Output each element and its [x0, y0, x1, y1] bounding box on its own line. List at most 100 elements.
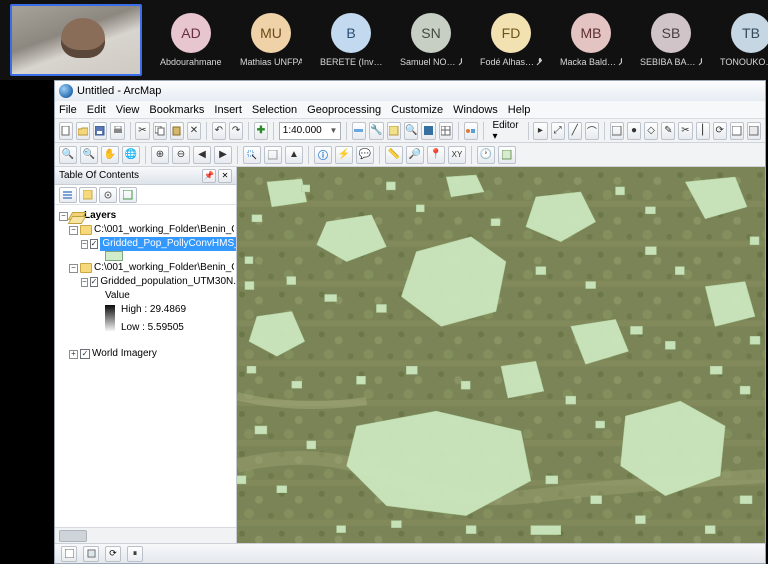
go-to-xy[interactable]: XY — [448, 146, 466, 164]
world-imagery-checkbox[interactable]: ✓ — [80, 349, 90, 359]
participant[interactable]: ADAbdourahmane… — [160, 13, 222, 67]
group1-label[interactable]: C:\001_working_Folder\Benin_Guinea_Works… — [94, 223, 234, 237]
trace-button[interactable] — [610, 122, 624, 140]
zoom-out-button[interactable]: 🔍- — [80, 146, 98, 164]
group2-label[interactable]: C:\001_working_Folder\Benin_Guinea_Works… — [94, 261, 234, 275]
cut-poly-button[interactable]: ✂ — [678, 122, 692, 140]
list-by-selection[interactable] — [119, 187, 137, 203]
toc-hscrollbar[interactable] — [55, 527, 236, 543]
toolbox-button[interactable]: 🔧 — [369, 122, 383, 140]
menu-edit[interactable]: Edit — [87, 104, 106, 116]
fixed-zoom-in[interactable]: ⊕ — [151, 146, 169, 164]
participant[interactable]: SNSamuel NO… — [400, 13, 462, 67]
menu-bookmarks[interactable]: Bookmarks — [149, 104, 204, 116]
reshape-button[interactable]: ✎ — [661, 122, 675, 140]
catalog-button[interactable] — [387, 122, 401, 140]
menu-help[interactable]: Help — [508, 104, 531, 116]
polygon-swatch[interactable] — [105, 251, 123, 261]
pan-button[interactable]: ✋ — [101, 146, 119, 164]
attributes-button[interactable] — [730, 122, 744, 140]
menu-file[interactable]: File — [59, 104, 77, 116]
edit-tool[interactable]: ▸ — [533, 122, 547, 140]
world-imagery-label[interactable]: World Imagery — [92, 347, 157, 361]
hyperlink-button[interactable]: ⚡ — [335, 146, 353, 164]
pause-drawing-button[interactable]: ⏸ — [127, 546, 143, 562]
find-route[interactable]: 📍 — [427, 146, 445, 164]
menu-selection[interactable]: Selection — [252, 104, 297, 116]
full-extent-button[interactable]: 🌐 — [122, 146, 140, 164]
map-view[interactable] — [237, 167, 765, 543]
toc-close-button[interactable]: ✕ — [218, 169, 232, 183]
participant[interactable]: FDFodé Alhas… — [480, 13, 542, 67]
create-viewer[interactable] — [498, 146, 516, 164]
find-button[interactable]: 🔎 — [406, 146, 424, 164]
presenter-video[interactable] — [10, 4, 142, 76]
scrollbar-thumb[interactable] — [59, 530, 87, 542]
minus-icon[interactable]: − — [81, 278, 88, 287]
model-builder-button[interactable] — [464, 122, 478, 140]
list-by-source[interactable] — [79, 187, 97, 203]
minus-icon[interactable]: − — [69, 264, 78, 273]
copy-button[interactable] — [153, 122, 167, 140]
open-button[interactable] — [76, 122, 90, 140]
menu-insert[interactable]: Insert — [214, 104, 242, 116]
rotate-button[interactable]: ⟳ — [713, 122, 727, 140]
scale-combo[interactable]: 1:40.000▼ — [279, 122, 342, 140]
identify-button[interactable]: ⓘ — [314, 146, 332, 164]
endpoint-arc[interactable]: ⌒ — [585, 122, 599, 140]
select-elements[interactable]: ▲ — [285, 146, 303, 164]
clear-selection[interactable] — [264, 146, 282, 164]
editor-menu[interactable]: Editor ▾ — [488, 120, 522, 142]
add-data-button[interactable]: ✚ — [254, 122, 268, 140]
layer1-label[interactable]: Gridded_Pop_PollyConvHMS_05 — [100, 237, 236, 251]
print-button[interactable] — [110, 122, 124, 140]
measure-button[interactable]: 📏 — [385, 146, 403, 164]
table-button[interactable] — [439, 122, 453, 140]
menu-view[interactable]: View — [116, 104, 140, 116]
participant[interactable]: BBERETE (Inv… — [320, 13, 382, 67]
fixed-zoom-out[interactable]: ⊖ — [172, 146, 190, 164]
point-button[interactable]: ● — [627, 122, 641, 140]
menu-geoprocessing[interactable]: Geoprocessing — [307, 104, 381, 116]
edit-annotation[interactable]: ⤢ — [551, 122, 565, 140]
participant[interactable]: MUMathias UNFPA… — [240, 13, 302, 67]
html-popup[interactable]: 💬 — [356, 146, 374, 164]
undo-button[interactable]: ↶ — [212, 122, 226, 140]
refresh-button[interactable]: ⟳ — [105, 546, 121, 562]
participant[interactable]: MBMacka Bald… — [560, 13, 622, 67]
layer1-checkbox[interactable]: ✓ — [90, 239, 99, 249]
minus-icon[interactable]: − — [81, 240, 88, 249]
minus-icon[interactable]: − — [69, 226, 78, 235]
list-by-visibility[interactable] — [99, 187, 117, 203]
plus-icon[interactable]: + — [69, 350, 78, 359]
new-button[interactable] — [59, 122, 73, 140]
editor-toolbar-btn[interactable] — [352, 122, 366, 140]
toc-pin-button[interactable]: 📌 — [202, 169, 216, 183]
python-button[interactable] — [421, 122, 435, 140]
layers-root[interactable]: Layers — [84, 209, 116, 223]
layer2-checkbox[interactable]: ✓ — [90, 277, 99, 287]
participant[interactable]: SBSEBIBA BA… — [640, 13, 702, 67]
participant[interactable]: TBTONOUKO… — [720, 13, 768, 67]
sketch-props-button[interactable] — [747, 122, 761, 140]
redo-button[interactable]: ↷ — [229, 122, 243, 140]
list-by-drawing-order[interactable] — [59, 187, 77, 203]
forward-extent[interactable]: ▶ — [214, 146, 232, 164]
split-button[interactable]: ⎮ — [696, 122, 710, 140]
data-view-button[interactable] — [61, 546, 77, 562]
layout-view-button[interactable] — [83, 546, 99, 562]
menu-customize[interactable]: Customize — [391, 104, 443, 116]
menu-windows[interactable]: Windows — [453, 104, 498, 116]
time-slider[interactable]: 🕐 — [477, 146, 495, 164]
select-features[interactable] — [243, 146, 261, 164]
layer2-label[interactable]: Gridded_population_UTM30N.tif — [100, 275, 236, 289]
straight-segment[interactable]: ╱ — [568, 122, 582, 140]
zoom-in-button[interactable]: 🔍 — [59, 146, 77, 164]
edit-vertices[interactable]: ◇ — [644, 122, 658, 140]
cut-button[interactable]: ✂ — [135, 122, 149, 140]
delete-button[interactable]: ✕ — [187, 122, 201, 140]
paste-button[interactable] — [170, 122, 184, 140]
toc-tree[interactable]: − Layers − C:\001_working_Folder\Benin_G… — [55, 205, 236, 527]
search-button[interactable]: 🔍 — [404, 122, 418, 140]
save-button[interactable] — [93, 122, 107, 140]
